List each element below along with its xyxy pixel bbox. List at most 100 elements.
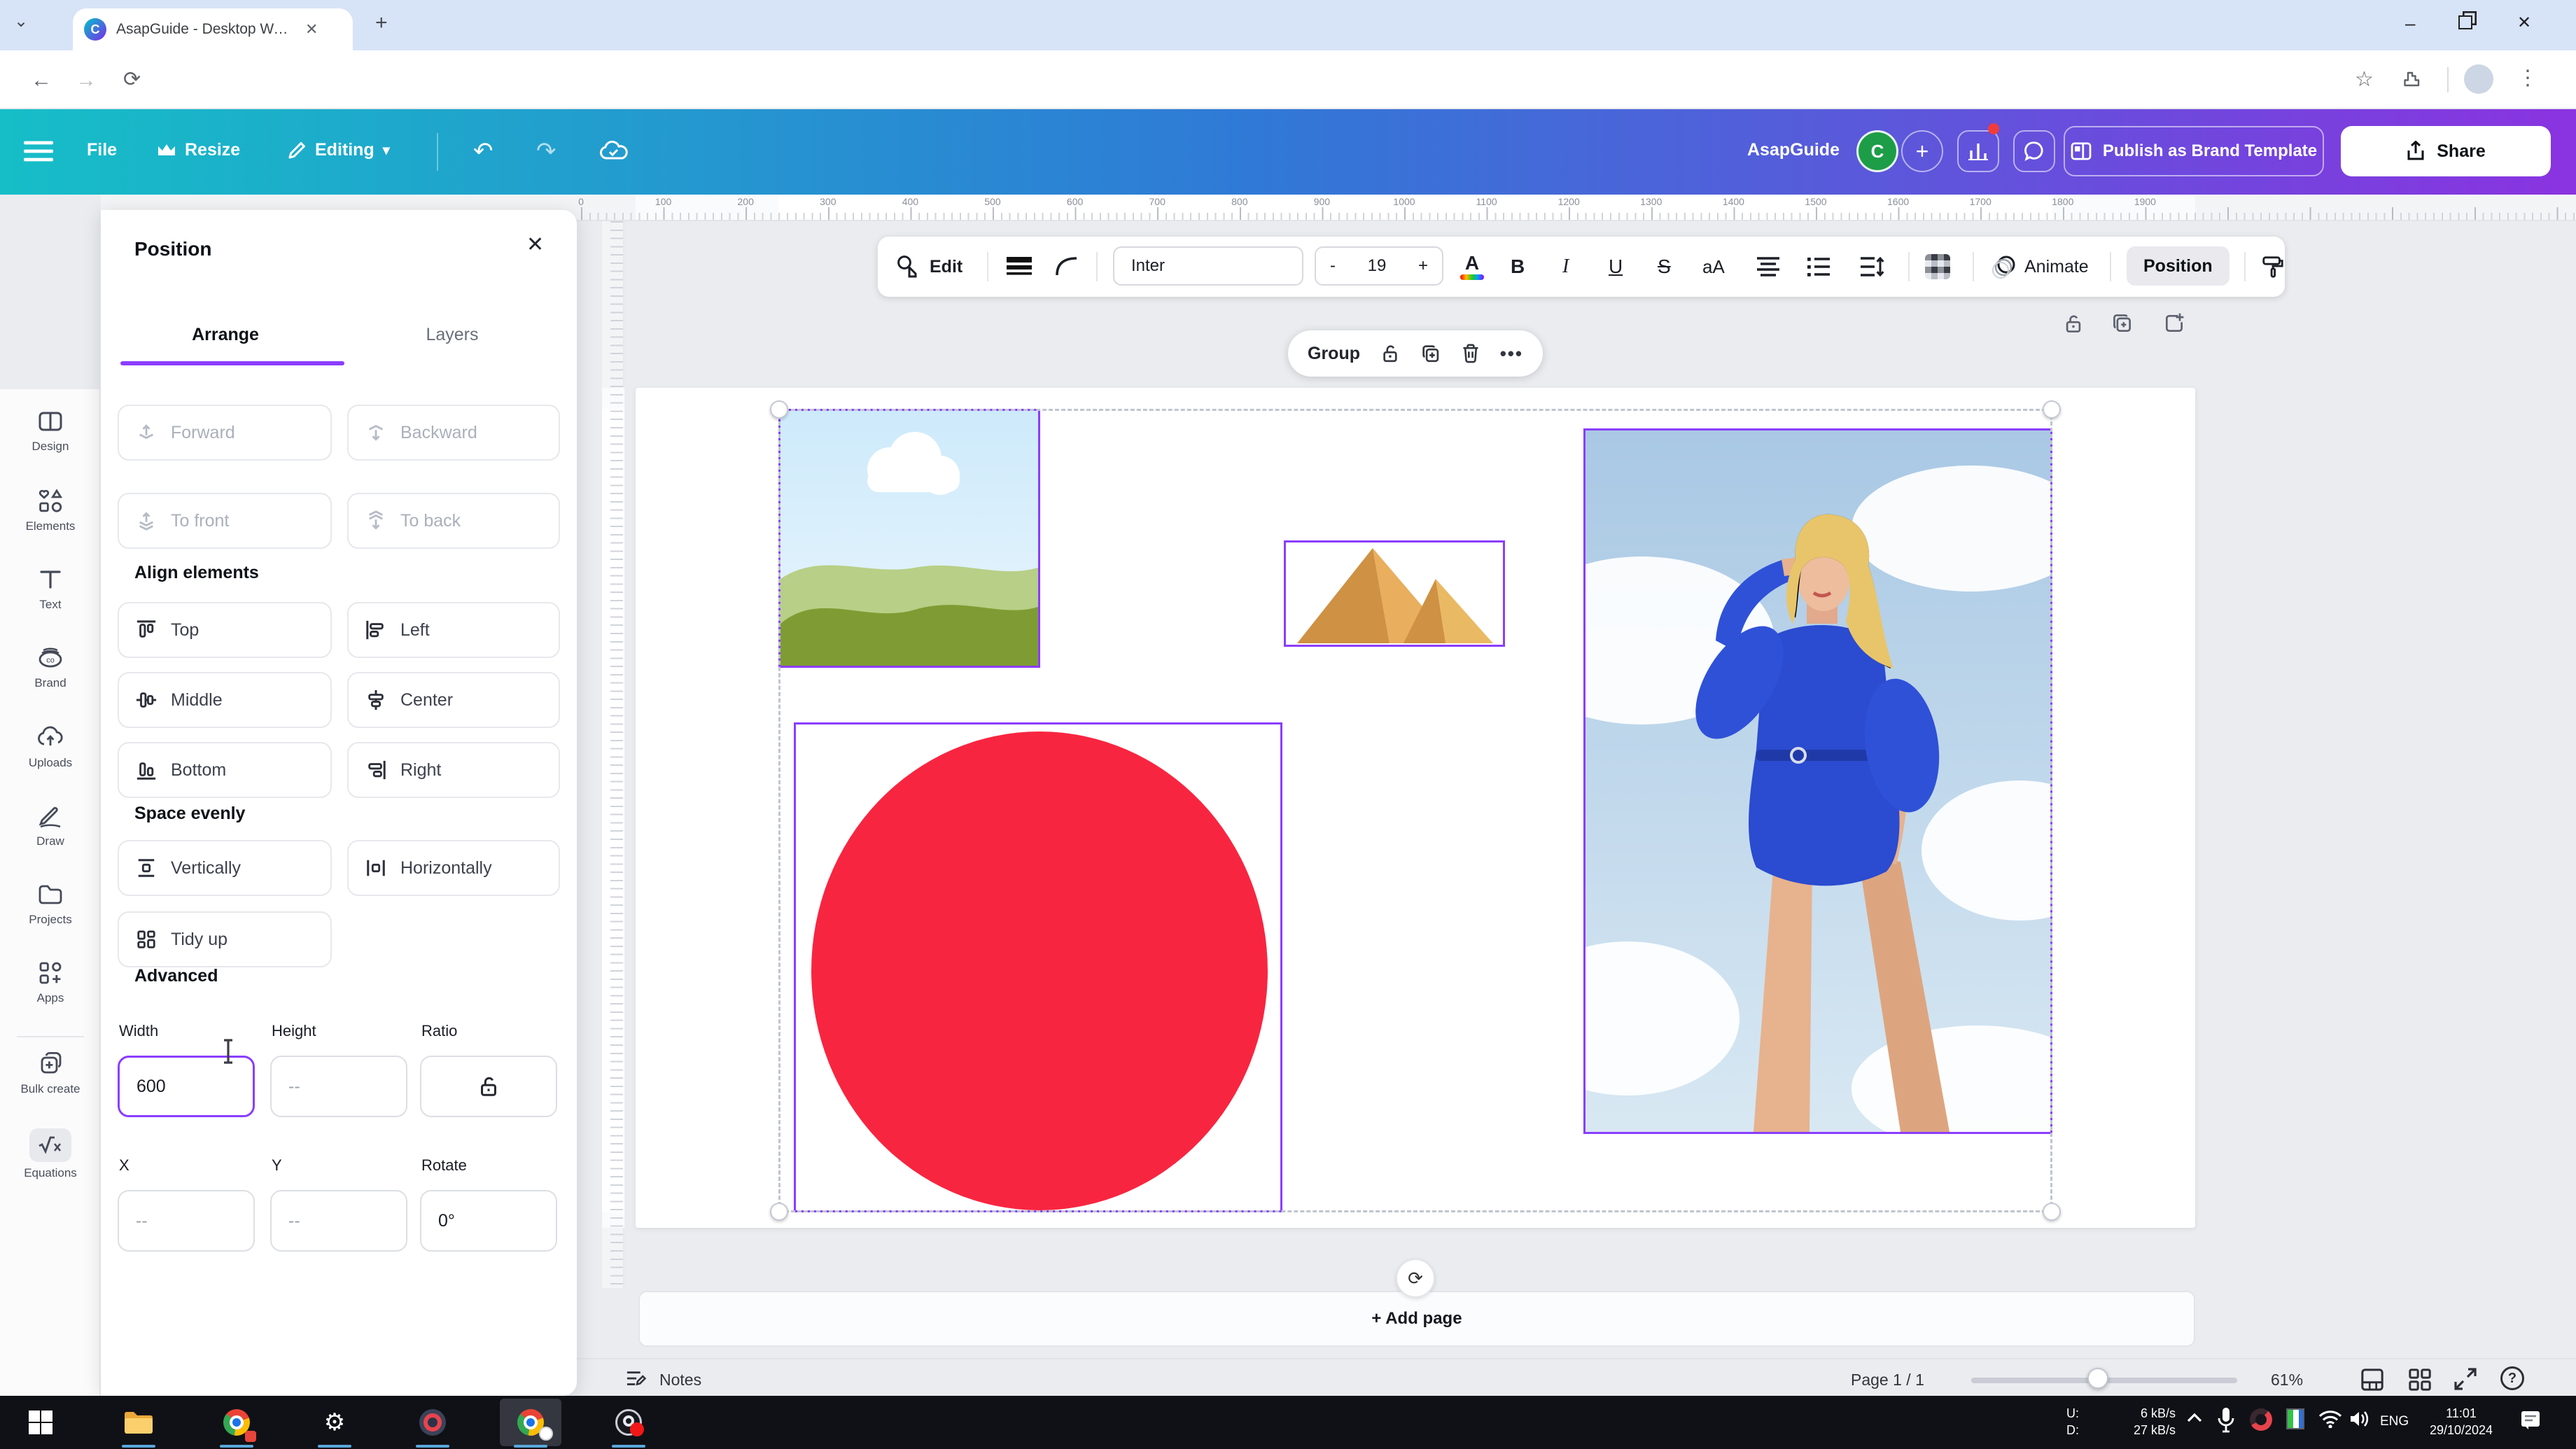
browser-tab[interactable]: C AsapGuide - Desktop Wallpaper ✕ — [73, 8, 353, 50]
stroke-weight-button[interactable] — [1007, 237, 1032, 297]
sidebar-item-text[interactable]: Text — [0, 566, 101, 612]
notification-center-icon[interactable] — [2520, 1410, 2541, 1431]
page-lock-icon[interactable] — [2062, 312, 2085, 335]
position-button[interactable]: Position — [2127, 246, 2230, 286]
tray-clock-time[interactable]: 11:01 — [2419, 1406, 2503, 1421]
font-size-decrease[interactable]: - — [1330, 256, 1336, 276]
align-left-button[interactable]: Left — [347, 602, 560, 658]
sidebar-item-elements[interactable]: Elements — [0, 487, 101, 533]
underline-button[interactable]: U — [1609, 237, 1623, 297]
taskbar-chrome-1[interactable] — [213, 1399, 260, 1446]
italic-button[interactable]: I — [1562, 237, 1569, 297]
tab-search-chevron-icon[interactable]: ⌄ — [14, 11, 28, 31]
text-case-button[interactable]: aA — [1702, 237, 1725, 297]
duplicate-icon[interactable] — [1420, 342, 1441, 365]
backward-button[interactable]: Backward — [347, 405, 560, 461]
space-horizontally-button[interactable]: Horizontally — [347, 840, 560, 896]
grid-view-button[interactable] — [2408, 1368, 2432, 1392]
copy-style-button[interactable] — [2261, 237, 2285, 297]
zoom-percentage[interactable]: 61% — [2271, 1371, 2303, 1390]
spacing-button[interactable] — [1861, 237, 1884, 297]
zoom-slider-thumb[interactable] — [2087, 1368, 2108, 1389]
panel-close-icon[interactable]: ✕ — [526, 232, 544, 257]
file-menu[interactable]: File — [87, 140, 117, 160]
sync-button[interactable]: ⟳ — [1396, 1259, 1435, 1298]
tab-layers[interactable]: Layers — [361, 325, 543, 345]
to-back-button[interactable]: To back — [347, 493, 560, 549]
tray-app-icon[interactable] — [2286, 1408, 2304, 1429]
browser-menu-icon[interactable]: ⋮ — [2517, 66, 2538, 90]
fullscreen-button[interactable] — [2454, 1368, 2477, 1390]
x-input[interactable] — [118, 1190, 255, 1252]
selection-handle-bottom-left[interactable] — [770, 1203, 788, 1221]
list-button[interactable] — [1807, 237, 1830, 297]
taskbar-settings[interactable]: ⚙ — [311, 1399, 358, 1446]
more-options-icon[interactable]: ••• — [1500, 343, 1523, 365]
tray-opera-icon[interactable] — [2250, 1408, 2272, 1431]
group-button[interactable]: Group — [1308, 344, 1360, 364]
menu-icon[interactable] — [24, 140, 53, 162]
forward-button[interactable]: Forward — [118, 405, 332, 461]
share-button[interactable]: Share — [2341, 126, 2551, 176]
bold-button[interactable]: B — [1511, 237, 1525, 297]
sidebar-item-uploads[interactable]: Uploads — [0, 724, 101, 770]
space-vertically-button[interactable]: Vertically — [118, 840, 332, 896]
add-member-button[interactable]: + — [1901, 130, 1943, 172]
back-button[interactable]: ← — [31, 69, 52, 92]
ratio-lock-button[interactable] — [420, 1056, 557, 1117]
line-style-button[interactable] — [1054, 237, 1079, 297]
account-avatar[interactable]: C — [1856, 130, 1898, 172]
page-add-icon[interactable] — [2163, 312, 2185, 335]
taskbar-recorder-app[interactable] — [409, 1399, 456, 1446]
tab-arrange[interactable]: Arrange — [134, 325, 316, 345]
start-button[interactable] — [17, 1399, 64, 1446]
selection-handle-top-left[interactable] — [770, 400, 788, 419]
add-page-button[interactable]: + Add page — [638, 1291, 2195, 1347]
animate-button[interactable]: Animate — [1992, 237, 2089, 297]
transparency-button[interactable] — [1925, 237, 1950, 297]
sidebar-item-draw[interactable]: Draw — [0, 802, 101, 848]
taskbar-chrome-active[interactable] — [500, 1399, 561, 1446]
help-button[interactable]: ? — [2500, 1366, 2524, 1390]
align-right-button[interactable]: Right — [347, 742, 560, 798]
align-top-button[interactable]: Top — [118, 602, 332, 658]
window-restore-button[interactable] — [2458, 15, 2472, 29]
sidebar-item-apps[interactable]: Apps — [0, 959, 101, 1005]
extensions-icon[interactable] — [2400, 69, 2421, 90]
edit-button[interactable]: Edit — [895, 237, 962, 297]
taskbar-obs[interactable] — [605, 1399, 652, 1446]
tray-microphone-icon[interactable] — [2218, 1407, 2234, 1434]
selection-handle-top-right[interactable] — [2043, 400, 2061, 419]
profile-avatar[interactable] — [2464, 64, 2493, 94]
align-center-button[interactable]: Center — [347, 672, 560, 728]
align-middle-button[interactable]: Middle — [118, 672, 332, 728]
rotate-input[interactable] — [420, 1190, 557, 1252]
group-selection-bounds[interactable] — [778, 409, 2052, 1212]
text-color-button[interactable]: A — [1460, 237, 1484, 297]
tidy-up-button[interactable]: Tidy up — [118, 911, 332, 967]
redo-icon[interactable]: ↷ — [536, 137, 556, 165]
width-input[interactable] — [118, 1056, 255, 1117]
page-duplicate-icon[interactable] — [2111, 312, 2134, 335]
resize-menu[interactable]: Resize — [157, 140, 240, 160]
taskbar-file-explorer[interactable] — [115, 1399, 162, 1446]
unlock-icon[interactable] — [1380, 342, 1401, 365]
height-input[interactable] — [270, 1056, 407, 1117]
font-size-increase[interactable]: + — [1418, 256, 1428, 276]
undo-icon[interactable]: ↶ — [473, 137, 493, 165]
selection-handle-bottom-right[interactable] — [2043, 1203, 2061, 1221]
text-align-button[interactable] — [1757, 237, 1779, 297]
sidebar-item-equations[interactable]: Equations — [0, 1128, 101, 1180]
insights-button[interactable] — [1957, 130, 1999, 172]
tray-language[interactable]: ENG — [2380, 1414, 2409, 1429]
pages-view-button[interactable] — [2360, 1368, 2384, 1392]
y-input[interactable] — [270, 1190, 407, 1252]
sidebar-item-projects[interactable]: Projects — [0, 881, 101, 927]
tray-volume-icon[interactable] — [2349, 1410, 2370, 1428]
reload-button[interactable]: ⟳ — [123, 67, 141, 92]
editing-mode-menu[interactable]: Editing ▾ — [287, 140, 390, 160]
sidebar-item-bulk-create[interactable]: Bulk create — [0, 1050, 101, 1096]
delete-icon[interactable] — [1461, 342, 1480, 365]
comments-button[interactable] — [2013, 130, 2055, 172]
sidebar-item-brand[interactable]: co Brand — [0, 644, 101, 690]
